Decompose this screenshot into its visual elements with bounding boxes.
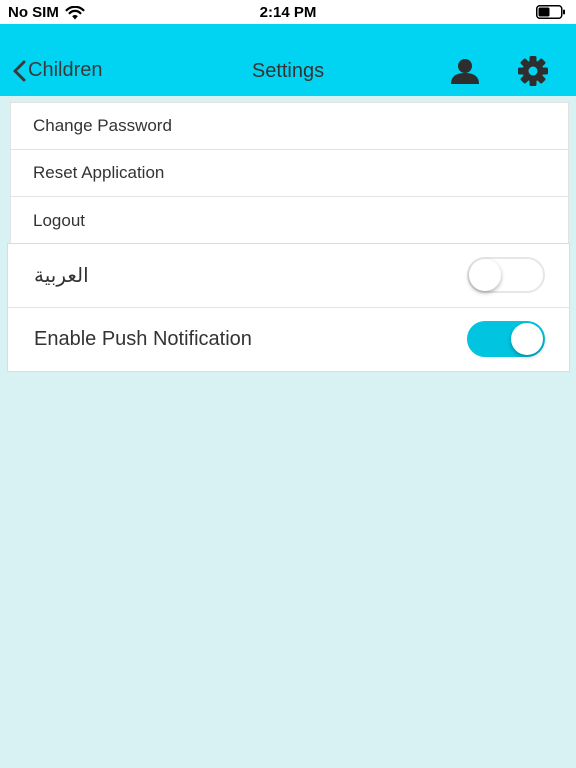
reset-application-item[interactable]: Reset Application: [11, 150, 568, 197]
user-icon[interactable]: [448, 58, 482, 84]
logout-item[interactable]: Logout: [11, 197, 568, 244]
push-notification-toggle[interactable]: [467, 321, 545, 357]
change-password-label: Change Password: [33, 116, 172, 135]
toggle-knob: [511, 323, 543, 355]
navigation-bar: Children Settings: [0, 24, 576, 96]
gear-icon[interactable]: [514, 56, 552, 86]
status-time: 2:14 PM: [259, 4, 317, 21]
change-password-item[interactable]: Change Password: [11, 103, 568, 150]
arabic-language-label: العربية: [34, 265, 89, 287]
logout-label: Logout: [33, 210, 85, 230]
reset-application-label: Reset Application: [33, 163, 165, 182]
arabic-language-toggle[interactable]: [467, 257, 545, 293]
status-bar: No SIM 2:14 PM: [0, 0, 576, 24]
account-menu: Change Password Reset Application Logout: [10, 102, 569, 245]
battery-icon: [536, 5, 565, 19]
toggle-knob: [469, 259, 501, 291]
push-notification-row: Enable Push Notification: [8, 307, 569, 370]
page-title: Settings: [251, 60, 325, 82]
push-notification-label: Enable Push Notification: [34, 327, 252, 350]
preferences-panel: العربية Enable Push Notification: [7, 243, 570, 372]
arabic-language-row: العربية: [8, 244, 569, 307]
